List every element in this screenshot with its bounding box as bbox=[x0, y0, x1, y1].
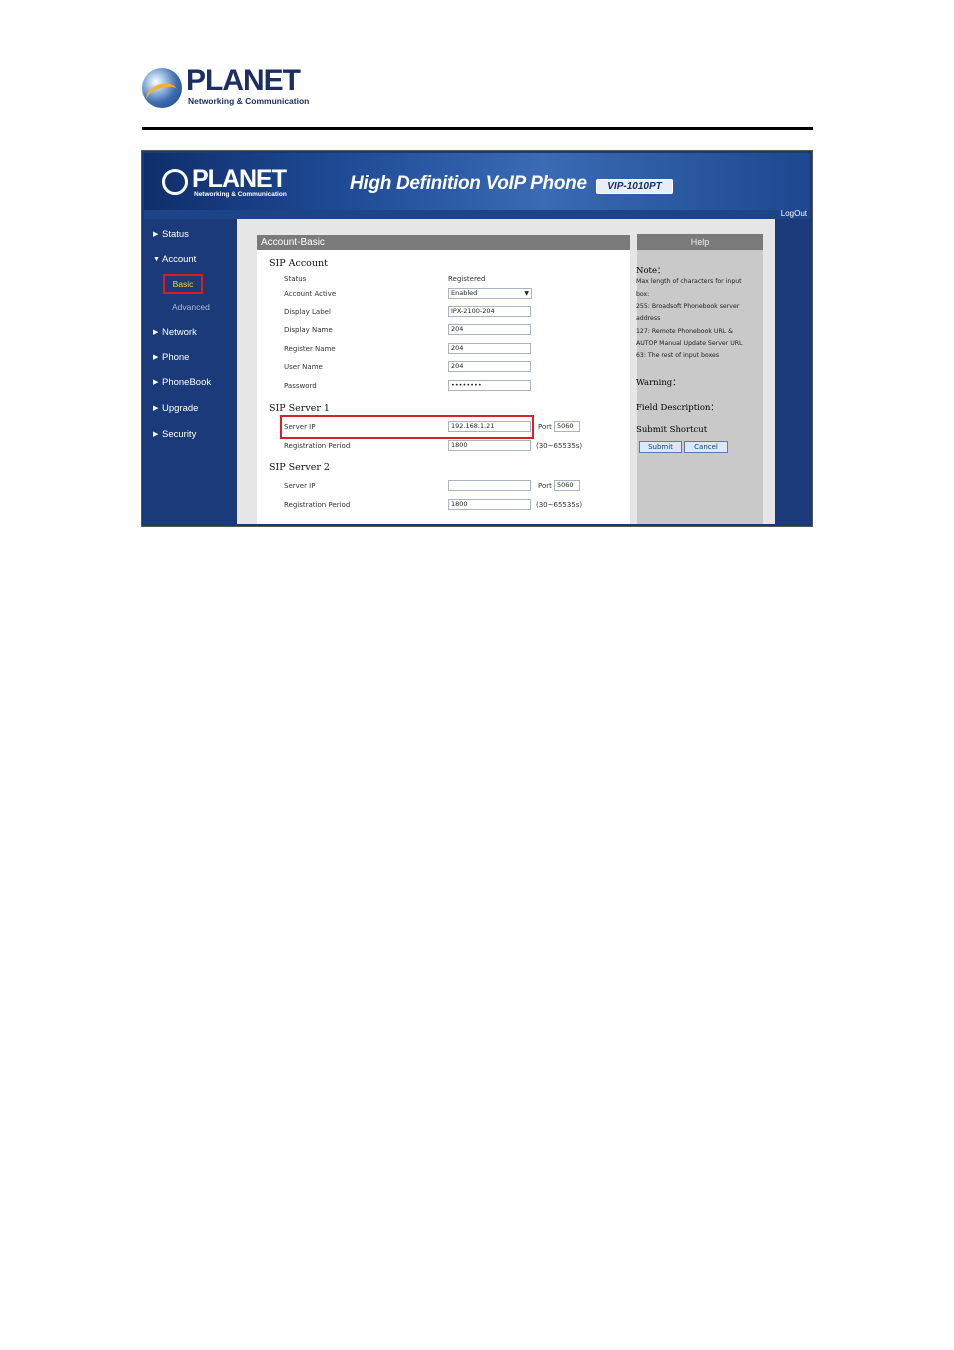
sidebar-item-phonebook[interactable]: ▶ PhoneBook bbox=[153, 377, 211, 388]
arrow-right-icon: ▶ bbox=[153, 379, 159, 386]
submit-button[interactable]: Submit bbox=[639, 441, 682, 453]
sidebar-item-label: PhoneBook bbox=[162, 377, 212, 388]
page-title: Account-Basic bbox=[257, 235, 630, 250]
help-field-title: Field Description： bbox=[636, 403, 719, 413]
web-ui-screenshot: PLANET Networking & Communication High D… bbox=[141, 150, 813, 527]
logo-wordmark: PLANET bbox=[186, 64, 301, 97]
sidebar-item-label: Security bbox=[162, 429, 197, 440]
account-active-value: Enabled bbox=[451, 289, 478, 297]
help-note-line: 255: Broadsoft Phonebook server bbox=[636, 303, 740, 310]
server1-ip-input[interactable]: 192.168.1.21 bbox=[448, 421, 531, 432]
banner: PLANET Networking & Communication High D… bbox=[144, 153, 810, 210]
top-bar bbox=[144, 210, 810, 219]
account-active-label: Account Active bbox=[284, 290, 337, 298]
help-note-line: box: bbox=[636, 291, 650, 298]
password-label: Password bbox=[284, 382, 317, 390]
status-label: Status bbox=[284, 275, 307, 283]
display-name-input[interactable]: 204 bbox=[448, 324, 531, 335]
server1-ip-label: Server IP bbox=[284, 423, 316, 431]
sidebar-item-label: Status bbox=[162, 229, 189, 240]
server2-period-label: Registration Period bbox=[284, 501, 351, 509]
register-name-input[interactable]: 204 bbox=[448, 343, 531, 354]
help-note-line: AUTOP Manual Update Server URL bbox=[636, 340, 743, 347]
password-input[interactable]: •••••••• bbox=[448, 380, 531, 391]
sidebar-sub-basic[interactable]: Basic bbox=[163, 274, 203, 294]
help-note-line: Max length of characters for input bbox=[636, 278, 742, 285]
help-warning-title: Warning： bbox=[636, 378, 681, 388]
right-strip bbox=[775, 219, 810, 524]
banner-tagline: Networking & Communication bbox=[194, 191, 287, 198]
server2-port-input[interactable]: 5060 bbox=[554, 480, 580, 491]
arrow-right-icon: ▶ bbox=[153, 431, 159, 438]
sip-server-2-heading: SIP Server 2 bbox=[269, 462, 330, 473]
help-note-title: Note： bbox=[636, 266, 666, 276]
help-shortcut-title: Submit Shortcut bbox=[636, 425, 708, 435]
server1-port-input[interactable]: 5060 bbox=[554, 421, 580, 432]
arrow-right-icon: ▶ bbox=[153, 329, 159, 336]
sidebar-item-security[interactable]: ▶ Security bbox=[153, 429, 196, 440]
sidebar-item-account[interactable]: ▼ Account bbox=[153, 254, 196, 265]
dropdown-arrow-icon: ▼ bbox=[524, 290, 529, 297]
cancel-button[interactable]: Cancel bbox=[684, 441, 728, 453]
arrow-right-icon: ▶ bbox=[153, 354, 159, 361]
sidebar-item-network[interactable]: ▶ Network bbox=[153, 327, 197, 338]
user-name-label: User Name bbox=[284, 363, 323, 371]
sidebar-sub-advanced[interactable]: Advanced bbox=[172, 302, 210, 312]
server1-port-label: Port bbox=[538, 423, 552, 431]
arrow-right-icon: ▶ bbox=[153, 231, 159, 238]
planet-ring-icon bbox=[162, 169, 188, 195]
sidebar-item-label: Account bbox=[162, 254, 197, 265]
help-panel: Help Note： Max length of characters for … bbox=[636, 234, 763, 524]
sidebar-item-upgrade[interactable]: ▶ Upgrade bbox=[153, 403, 198, 414]
sidebar-item-status[interactable]: ▶ Status bbox=[153, 229, 189, 240]
account-active-select[interactable]: Enabled ▼ bbox=[448, 288, 532, 299]
server1-period-input[interactable]: 1800 bbox=[448, 440, 531, 451]
help-note-line: 63: The rest of input boxes bbox=[636, 352, 720, 359]
server2-period-input[interactable]: 1800 bbox=[448, 499, 531, 510]
sidebar-item-label: Upgrade bbox=[162, 403, 199, 414]
sip-server-1-heading: SIP Server 1 bbox=[269, 403, 330, 414]
sidebar-item-label: Phone bbox=[162, 352, 190, 363]
server2-ip-label: Server IP bbox=[284, 482, 316, 490]
server1-period-label: Registration Period bbox=[284, 442, 351, 450]
help-note-line: 127: Remote Phonebook URL & bbox=[636, 328, 733, 335]
sidebar: ▶ Status ▼ Account Basic Advanced ▶ Network… bbox=[144, 219, 237, 524]
display-label-label: Display Label bbox=[284, 308, 331, 316]
logout-link[interactable]: LogOut bbox=[781, 209, 807, 218]
help-title: Help bbox=[637, 234, 763, 250]
sidebar-item-phone[interactable]: ▶ Phone bbox=[153, 352, 189, 363]
user-name-input[interactable]: 204 bbox=[448, 361, 531, 372]
account-form: SIP Account Status Registered Account Ac… bbox=[257, 250, 630, 524]
server1-period-range: (30~65535s) bbox=[536, 442, 583, 450]
display-name-label: Display Name bbox=[284, 326, 333, 334]
server2-ip-input[interactable] bbox=[448, 480, 531, 491]
header-rule bbox=[142, 127, 813, 130]
help-note-line: address bbox=[636, 315, 661, 322]
arrow-down-icon: ▼ bbox=[153, 256, 160, 263]
banner-wordmark: PLANET bbox=[192, 165, 287, 193]
sip-account-heading: SIP Account bbox=[269, 258, 328, 269]
server2-port-label: Port bbox=[538, 482, 552, 490]
server2-period-range: (30~65535s) bbox=[536, 501, 583, 509]
logo-tagline: Networking & Communication bbox=[188, 96, 310, 106]
arrow-right-icon: ▶ bbox=[153, 405, 159, 412]
register-name-label: Register Name bbox=[284, 345, 336, 353]
model-badge: VIP-1010PT bbox=[596, 179, 673, 194]
display-label-input[interactable]: IPX-2100-204 bbox=[448, 306, 531, 317]
document-logo: PLANET Networking & Communication bbox=[142, 64, 312, 111]
status-value: Registered bbox=[448, 275, 486, 283]
banner-title: High Definition VoIP Phone bbox=[350, 173, 587, 194]
sidebar-item-label: Network bbox=[162, 327, 197, 338]
